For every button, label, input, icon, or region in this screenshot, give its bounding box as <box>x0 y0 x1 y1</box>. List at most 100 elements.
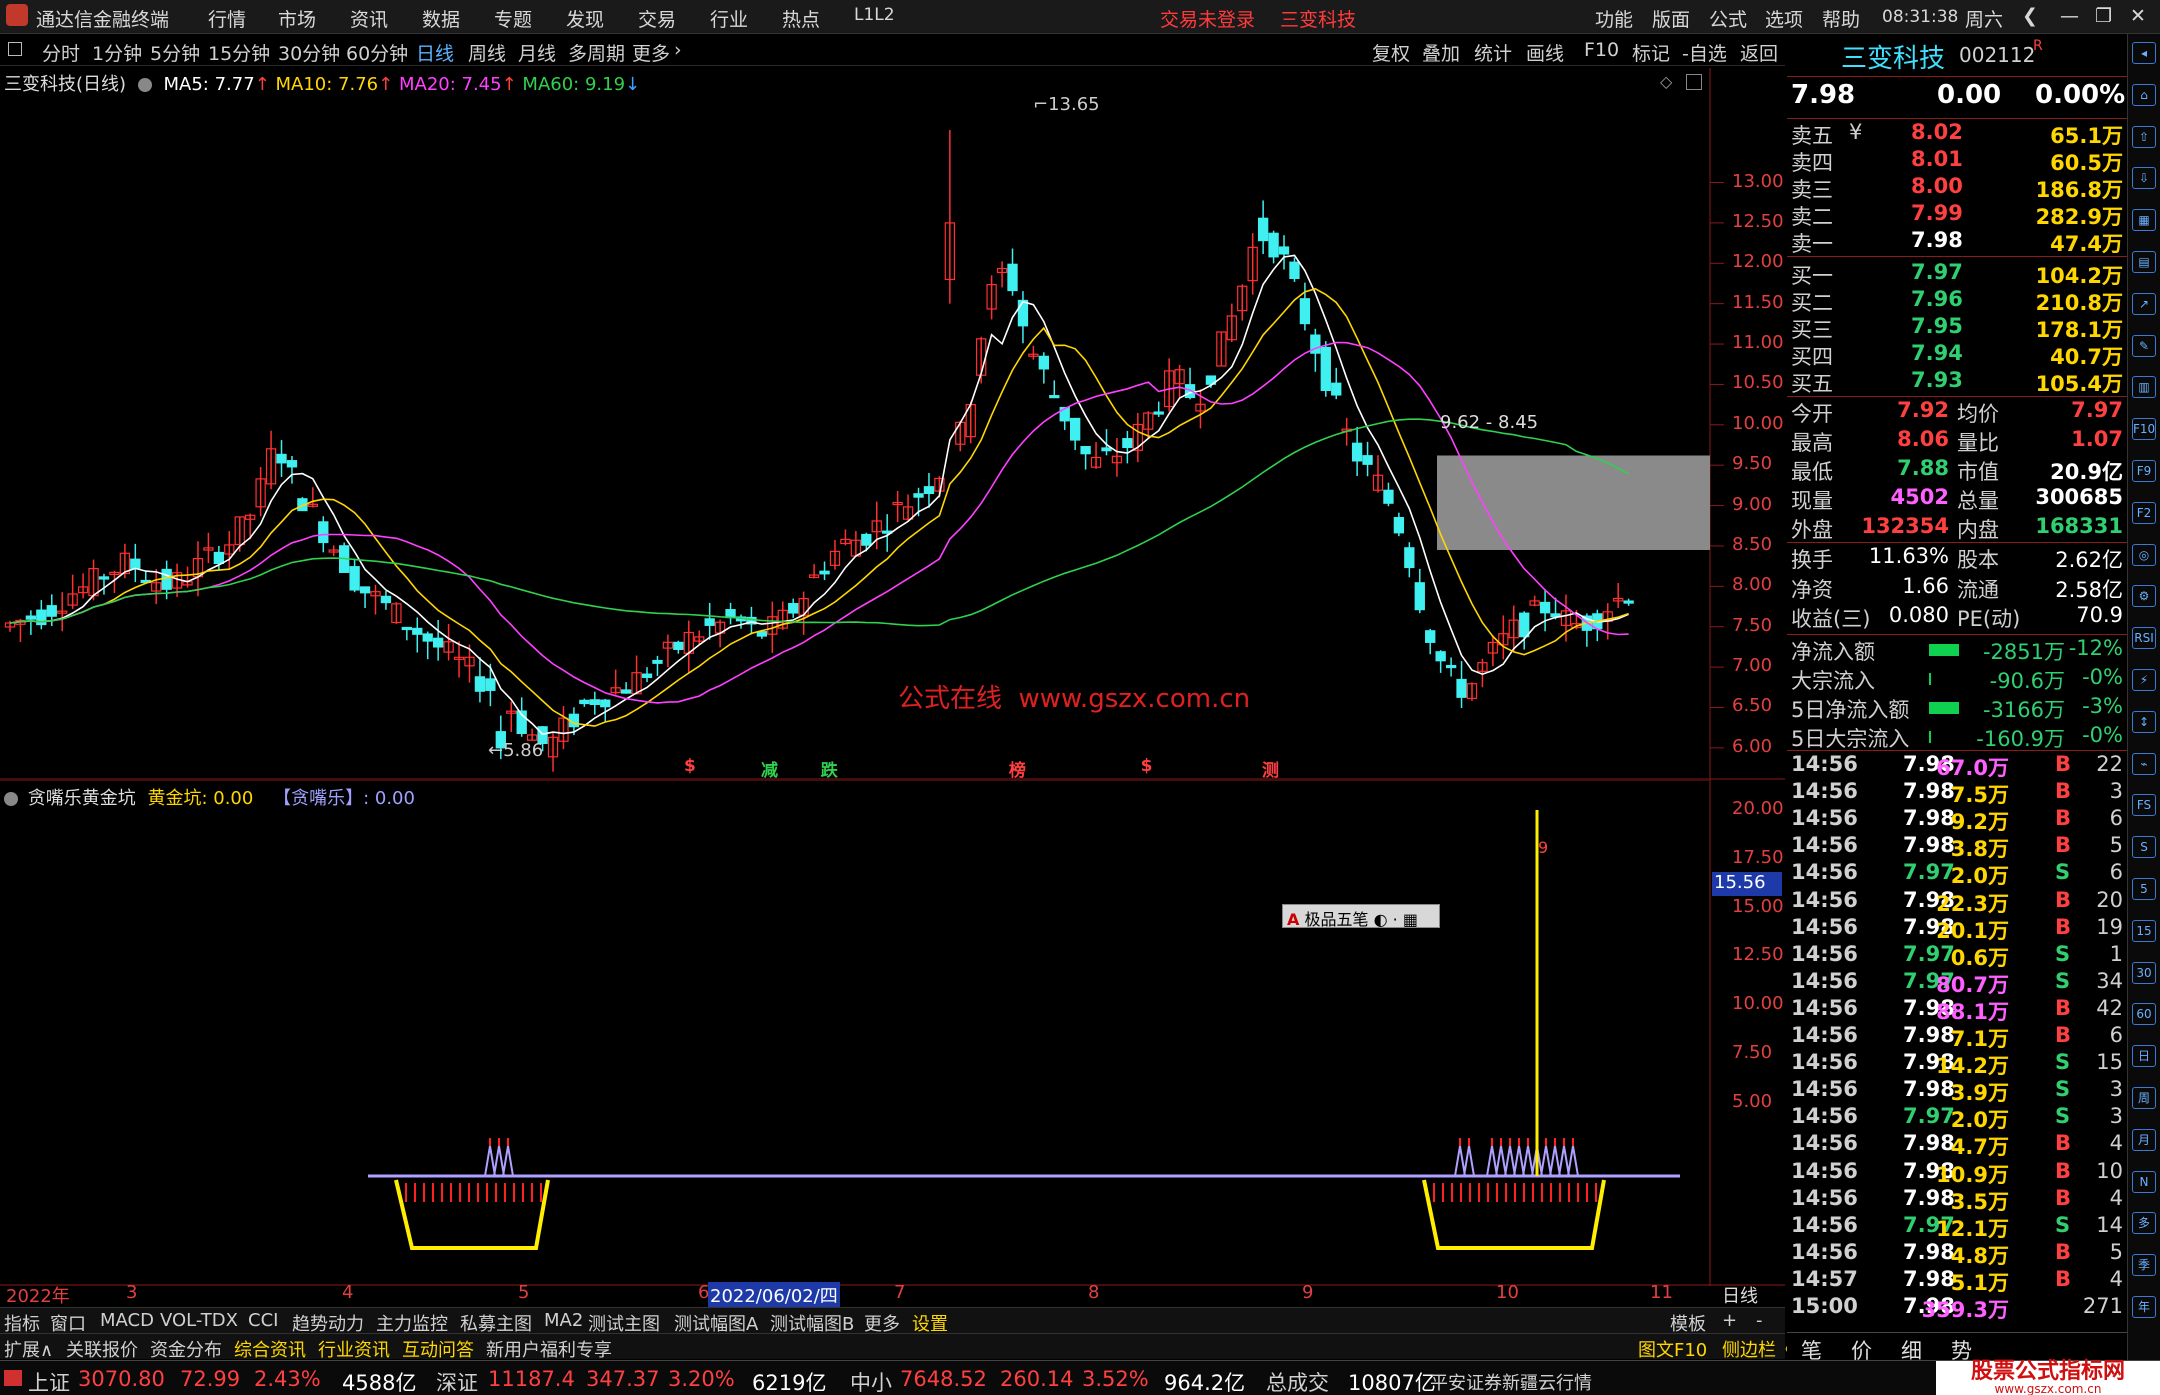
period-15min[interactable]: 15分钟 <box>208 39 270 66</box>
diamond-icon[interactable]: ◇ <box>1660 72 1672 91</box>
side-tool-icon[interactable]: ⌁ <box>2132 752 2156 775</box>
tab-zonghe[interactable]: 综合资讯 <box>234 1336 306 1362</box>
circle-down-icon[interactable] <box>4 792 18 806</box>
period-more[interactable]: 更多 <box>632 39 670 66</box>
tab-zijin[interactable]: 资金分布 <box>150 1336 222 1362</box>
tab-hudong[interactable]: 互动问答 <box>402 1336 474 1362</box>
tab-macd[interactable]: MACD <box>100 1310 154 1331</box>
indicator-svg[interactable] <box>0 780 1785 1286</box>
action-tongji[interactable]: 统计 <box>1474 39 1512 66</box>
index-sh-name[interactable]: 上证 <box>28 1367 70 1395</box>
side-tool-icon[interactable]: N <box>2132 1170 2156 1193</box>
circle-down-icon[interactable] <box>137 78 152 92</box>
menu-bangzhu[interactable]: 帮助 <box>1822 5 1860 32</box>
menu-l1l2[interactable]: L1L2 <box>854 5 895 25</box>
side-tool-icon[interactable]: 60 <box>2132 1003 2156 1026</box>
side-tool-icon[interactable]: ⇩ <box>2132 167 2156 190</box>
action-diejia[interactable]: 叠加 <box>1422 39 1460 66</box>
side-tool-icon[interactable]: 15 <box>2132 919 2156 942</box>
ime-popup[interactable]: A 极品五笔 ◐ · ▦ <box>1282 904 1440 929</box>
tab-newuser[interactable]: 新用户福利专享 <box>486 1336 612 1362</box>
menu-hangqing[interactable]: 行情 <box>208 5 246 32</box>
action-fuquan[interactable]: 复权 <box>1372 39 1410 66</box>
tab-ma2[interactable]: MA2 <box>544 1310 583 1331</box>
tab-expand[interactable]: 扩展∧ <box>4 1336 53 1362</box>
menu-zixun[interactable]: 资讯 <box>350 5 388 32</box>
menu-shuju[interactable]: 数据 <box>422 5 460 32</box>
tab-f10[interactable]: 图文F10 <box>1638 1336 1707 1362</box>
side-tool-icon[interactable]: ▤ <box>2132 251 2156 273</box>
side-tool-icon[interactable]: ✎ <box>2132 334 2156 357</box>
ime-keyboard-icon[interactable]: ▦ <box>1403 910 1418 929</box>
side-tool-icon[interactable]: ◎ <box>2132 543 2156 566</box>
action-f10[interactable]: F10 <box>1584 39 1619 61</box>
side-tool-icon[interactable]: FS <box>2132 794 2156 817</box>
period-fenshi[interactable]: 分时 <box>42 39 80 66</box>
side-tool-icon[interactable]: ↕ <box>2132 710 2156 733</box>
menu-hangye[interactable]: 行业 <box>710 5 748 32</box>
indicator-subchart[interactable]: 贪嘴乐黄金坑 黄金坑: 0.00 【贪嘴乐】: 0.00 20.00 17.50 1… <box>0 780 1785 1308</box>
close-icon[interactable]: ✕ <box>2130 5 2146 27</box>
period-multi[interactable]: 多周期 <box>568 39 625 66</box>
action-fanhui[interactable]: 返回 <box>1740 39 1778 66</box>
ime-dot-icon[interactable]: · <box>1393 910 1398 929</box>
side-tool-icon[interactable]: 季 <box>2132 1254 2156 1277</box>
menu-gongshi[interactable]: 公式 <box>1709 5 1747 32</box>
ime-a-icon[interactable]: A <box>1287 910 1299 929</box>
period-day[interactable]: 日线 <box>416 39 454 66</box>
menu-xuanxiang[interactable]: 选项 <box>1765 5 1803 32</box>
menu-jiaoyi[interactable]: 交易 <box>638 5 676 32</box>
ime-moon-icon[interactable]: ◐ <box>1374 910 1388 929</box>
menu-zhuanti[interactable]: 专题 <box>494 5 532 32</box>
side-tool-icon[interactable]: ◂ <box>2132 42 2156 64</box>
side-tool-icon[interactable]: F9 <box>2132 460 2156 482</box>
trade-status[interactable]: 交易未登录 <box>1160 5 1255 32</box>
period-30min[interactable]: 30分钟 <box>278 39 340 66</box>
action-biaoji[interactable]: 标记 <box>1632 39 1670 66</box>
period-5min[interactable]: 5分钟 <box>150 39 200 66</box>
tab-plus[interactable]: + <box>1722 1310 1737 1331</box>
period-month[interactable]: 月线 <box>518 39 556 66</box>
side-tool-icon[interactable]: 多 <box>2132 1212 2156 1235</box>
side-tool-icon[interactable]: ▥ <box>2132 376 2156 399</box>
period-week[interactable]: 周线 <box>468 39 506 66</box>
side-tool-icon[interactable]: ▦ <box>2132 209 2156 232</box>
minimize-icon[interactable]: — <box>2060 5 2079 27</box>
tab-hangye[interactable]: 行业资讯 <box>318 1336 390 1362</box>
side-tool-icon[interactable]: RSI <box>2132 627 2156 650</box>
menu-shichang[interactable]: 市场 <box>278 5 316 32</box>
side-tool-icon[interactable]: 年 <box>2132 1296 2156 1318</box>
side-tool-icon[interactable]: 日 <box>2132 1045 2156 1068</box>
restore-icon[interactable]: ❐ <box>2095 5 2112 27</box>
action-huaxian[interactable]: 画线 <box>1526 39 1564 66</box>
side-tool-icon[interactable]: F10 <box>2132 418 2156 441</box>
index-sz-name[interactable]: 深证 <box>436 1367 478 1395</box>
tab-sidebar[interactable]: 侧边栏《 <box>1722 1336 1794 1362</box>
menu-faxian[interactable]: 发现 <box>566 5 604 32</box>
action-zixuan[interactable]: -自选 <box>1682 39 1727 66</box>
menu-banmian[interactable]: 版面 <box>1652 5 1690 32</box>
side-tool-icon[interactable]: 月 <box>2132 1128 2156 1151</box>
menu-redian[interactable]: 热点 <box>782 5 820 32</box>
tab-minus[interactable]: - <box>1756 1310 1763 1331</box>
side-tool-icon[interactable]: ⇧ <box>2132 125 2156 148</box>
side-tool-icon[interactable]: ↗ <box>2132 292 2156 315</box>
side-tool-icon[interactable]: 5 <box>2132 878 2156 900</box>
tab-cci[interactable]: CCI <box>248 1310 278 1331</box>
period-60min[interactable]: 60分钟 <box>346 39 408 66</box>
side-tool-icon[interactable]: ⚡ <box>2132 669 2156 691</box>
toolbar-square-icon[interactable] <box>8 42 22 56</box>
side-tool-icon[interactable]: 周 <box>2132 1087 2156 1109</box>
back-arrow-icon[interactable]: ❮ <box>2022 5 2038 27</box>
side-tool-icon[interactable]: 30 <box>2132 961 2156 984</box>
side-tool-icon[interactable]: ⚙ <box>2132 585 2156 608</box>
side-tool-icon[interactable]: F2 <box>2132 501 2156 524</box>
chevron-right-icon[interactable]: › <box>674 39 682 61</box>
broker-name[interactable]: 平安证券新疆云行情 <box>1430 1369 1592 1395</box>
tab-guanlian[interactable]: 关联报价 <box>66 1336 138 1362</box>
main-kline-chart[interactable]: 三变科技(日线) MA5: 7.77↑ MA10: 7.76↑ MA20: 7.… <box>0 68 1785 781</box>
tab-vol-tdx[interactable]: VOL-TDX <box>160 1310 238 1331</box>
period-1min[interactable]: 1分钟 <box>92 39 142 66</box>
side-tool-icon[interactable]: S <box>2132 836 2156 859</box>
index-zx-name[interactable]: 中小 <box>850 1367 892 1395</box>
